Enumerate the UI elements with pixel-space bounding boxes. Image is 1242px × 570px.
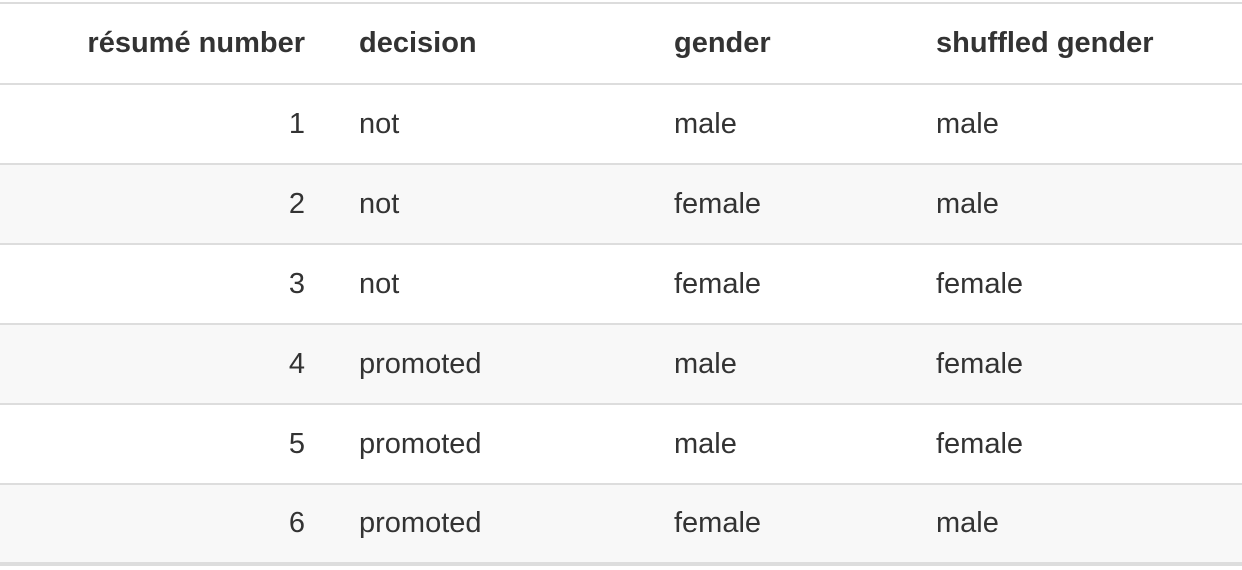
cell-gender: female <box>645 244 907 325</box>
cell-resume-number: 6 <box>0 484 330 566</box>
cell-resume-number: 5 <box>0 404 330 485</box>
cell-gender: male <box>645 84 907 165</box>
column-header-shuffled-gender: shuffled gender <box>907 4 1242 85</box>
cell-decision: not <box>330 84 645 165</box>
cell-shuffled-gender: male <box>907 164 1242 245</box>
cell-gender: male <box>645 324 907 405</box>
table-row: 3 not female female <box>0 244 1242 325</box>
cell-gender: male <box>645 404 907 485</box>
cell-shuffled-gender: male <box>907 84 1242 165</box>
table-row: 2 not female male <box>0 164 1242 245</box>
table-row: 4 promoted male female <box>0 324 1242 405</box>
cell-gender: female <box>645 484 907 566</box>
column-header-resume-number: résumé number <box>0 4 330 85</box>
cell-shuffled-gender: female <box>907 404 1242 485</box>
cell-decision: promoted <box>330 404 645 485</box>
table-row: 6 promoted female male <box>0 484 1242 566</box>
cell-decision: not <box>330 244 645 325</box>
data-table: résumé number decision gender shuffled g… <box>0 4 1242 566</box>
cell-decision: not <box>330 164 645 245</box>
table-body: 1 not male male 2 not female male 3 not … <box>0 84 1242 566</box>
cell-shuffled-gender: female <box>907 324 1242 405</box>
cell-resume-number: 2 <box>0 164 330 245</box>
cell-resume-number: 4 <box>0 324 330 405</box>
cell-shuffled-gender: female <box>907 244 1242 325</box>
cell-decision: promoted <box>330 484 645 566</box>
column-header-gender: gender <box>645 4 907 85</box>
table-row: 1 not male male <box>0 84 1242 165</box>
cell-shuffled-gender: male <box>907 484 1242 566</box>
table-header-row: résumé number decision gender shuffled g… <box>0 4 1242 85</box>
cell-decision: promoted <box>330 324 645 405</box>
table-row: 5 promoted male female <box>0 404 1242 485</box>
cell-resume-number: 1 <box>0 84 330 165</box>
cell-gender: female <box>645 164 907 245</box>
column-header-decision: decision <box>330 4 645 85</box>
table-header: résumé number decision gender shuffled g… <box>0 4 1242 85</box>
cell-resume-number: 3 <box>0 244 330 325</box>
